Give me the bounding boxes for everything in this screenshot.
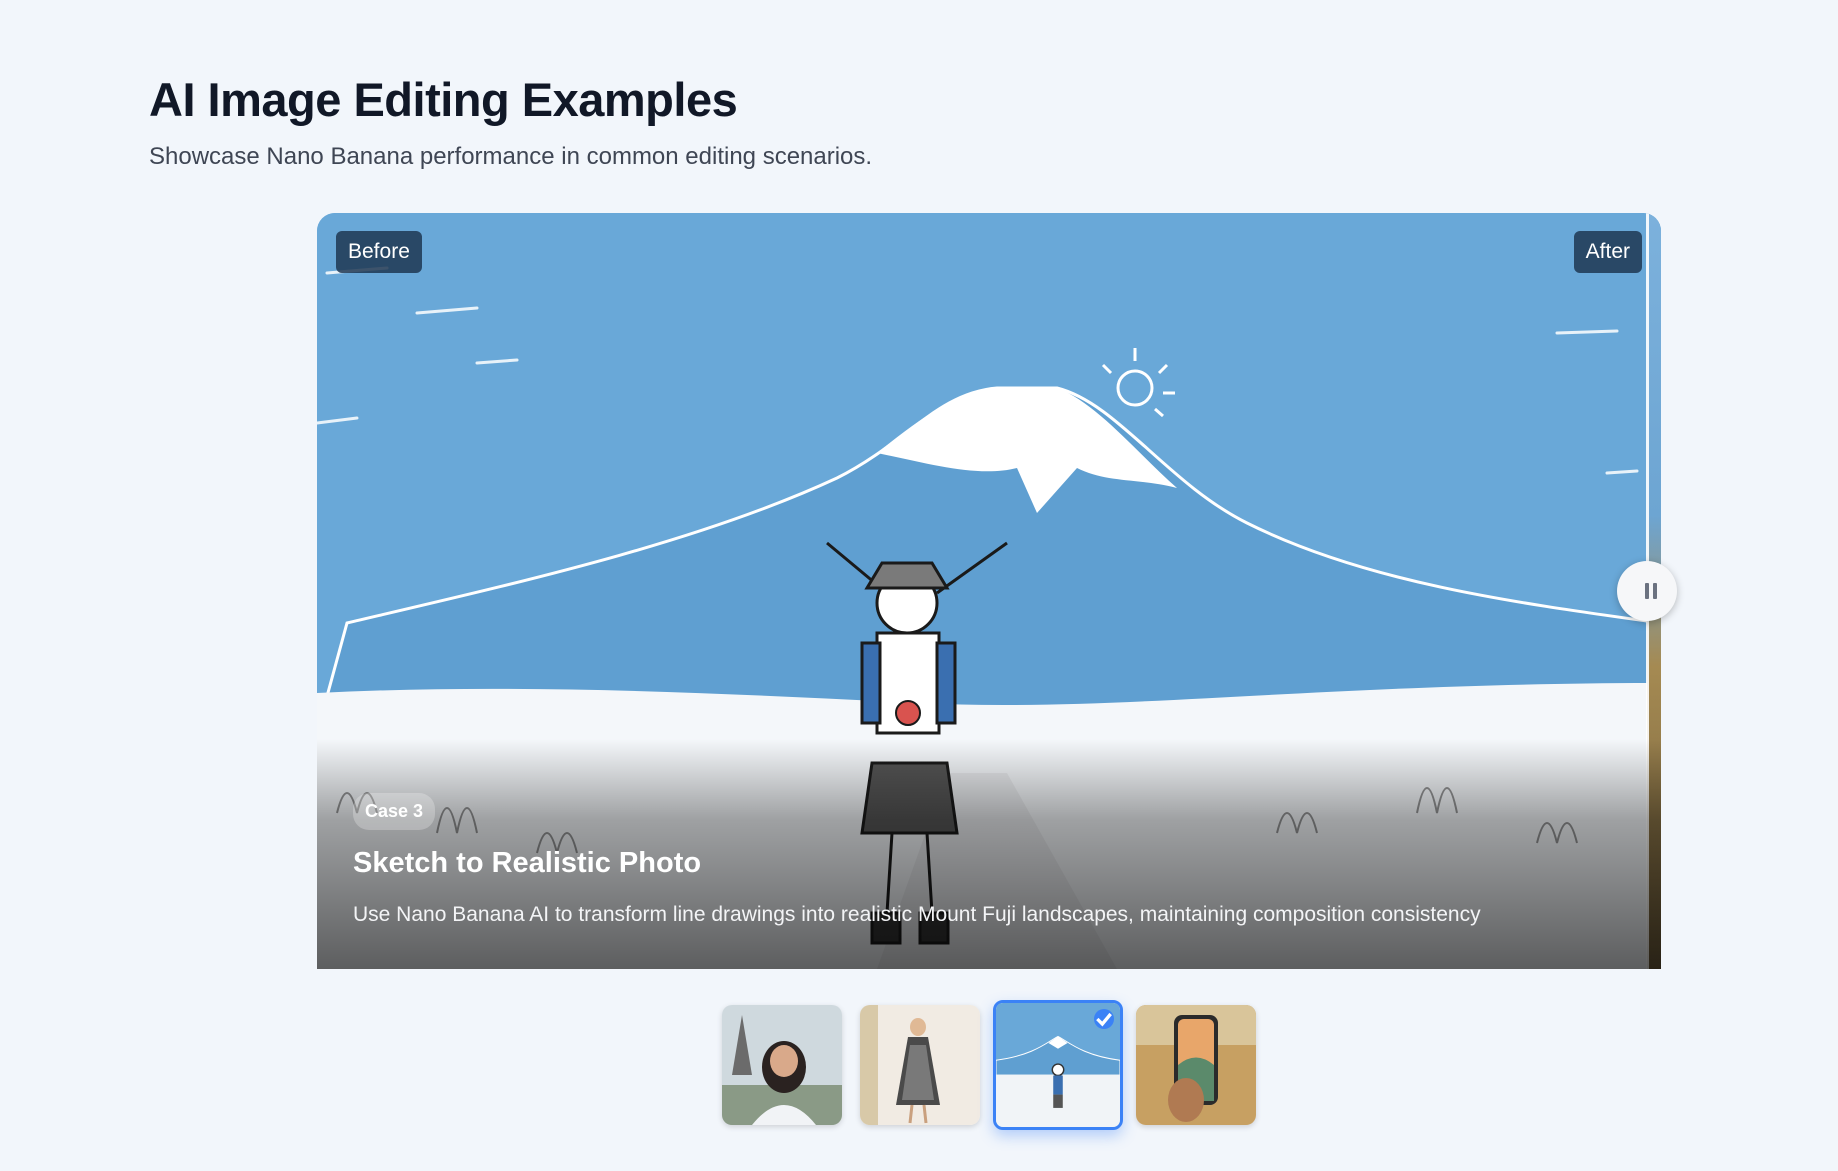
- case-badge: Case 3: [353, 793, 436, 830]
- before-after-viewer[interactable]: Before After Case 3 Sketch to Realistic …: [317, 213, 1661, 969]
- before-label: Before: [336, 231, 422, 273]
- thumbnail-fuji-sketch[interactable]: [993, 1000, 1123, 1130]
- case-title: Sketch to Realistic Photo: [353, 847, 702, 879]
- case-description: Use Nano Banana AI to transform line dra…: [353, 903, 1481, 926]
- page-subtitle: Showcase Nano Banana performance in comm…: [149, 143, 873, 170]
- thumbnail-woman-dress[interactable]: [860, 1005, 980, 1125]
- page-title: AI Image Editing Examples: [149, 73, 738, 126]
- after-label: After: [1573, 231, 1642, 273]
- pause-icon: [1645, 583, 1657, 599]
- thumbnail-phone-wallpaper[interactable]: [1136, 1005, 1256, 1125]
- thumbnail-woman-eiffel-tower[interactable]: [722, 1005, 842, 1125]
- compare-slider-handle[interactable]: [1617, 561, 1677, 621]
- selected-check-icon: [1094, 1009, 1114, 1029]
- page: AI Image Editing Examples Showcase Nano …: [0, 0, 1838, 1171]
